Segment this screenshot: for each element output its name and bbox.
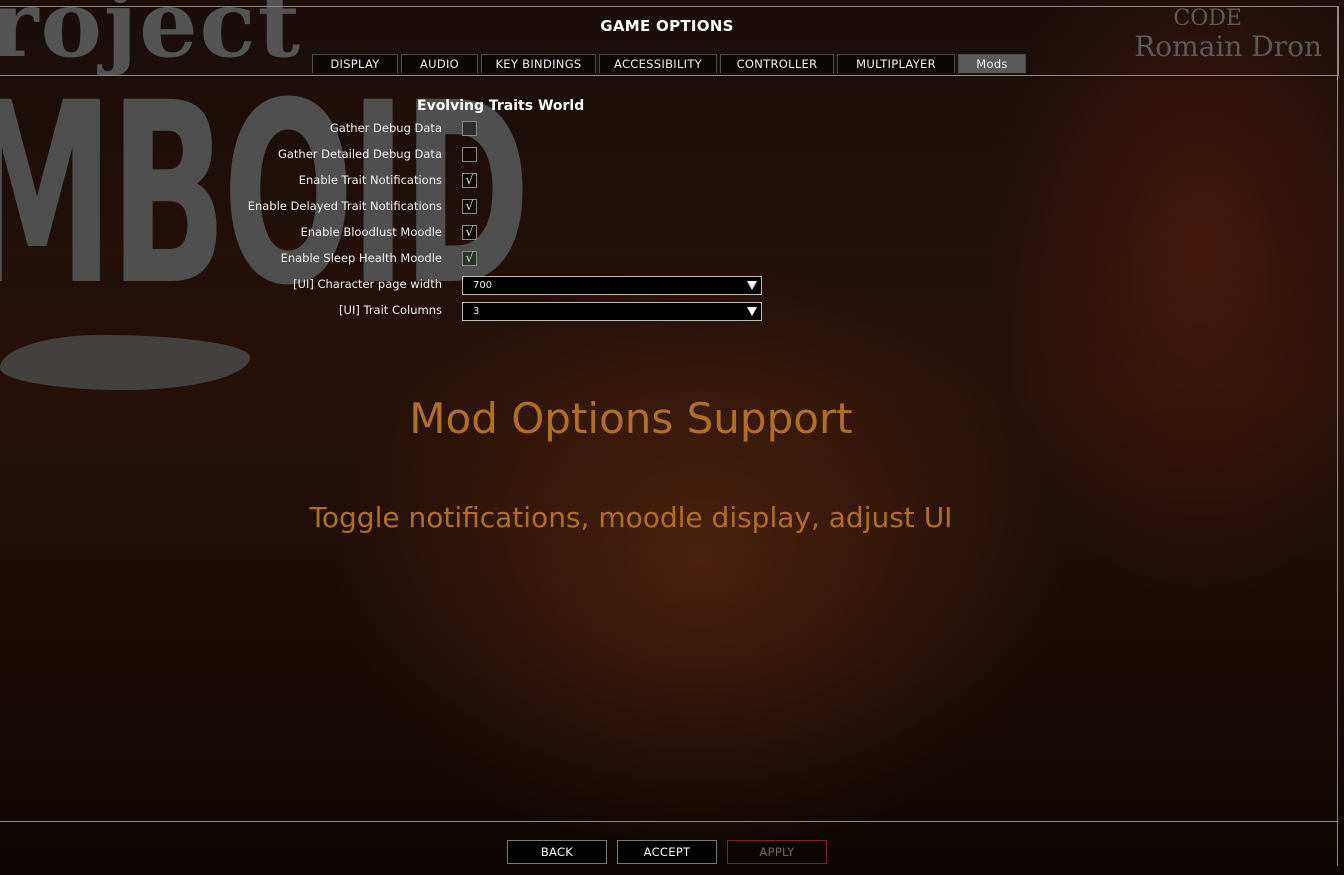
tab-accessibility[interactable]: ACCESSIBILITY xyxy=(599,54,717,73)
combo-value: 700 xyxy=(473,280,493,291)
apply-button[interactable]: APPLY xyxy=(727,840,827,864)
dropdown-arrow-icon xyxy=(747,307,757,316)
combo-value: 3 xyxy=(473,306,480,317)
overlay-headline: Mod Options Support xyxy=(409,394,853,443)
accept-button[interactable]: ACCEPT xyxy=(617,840,717,864)
tab-controller[interactable]: CONTROLLER xyxy=(720,54,834,73)
tab-multiplayer[interactable]: MULTIPLAYER xyxy=(837,54,955,73)
checkbox-enable-bloodlust-moodle[interactable]: √ xyxy=(462,225,477,240)
checkbox-enable-trait-notifications[interactable]: √ xyxy=(462,173,477,188)
combo-character-page-width[interactable]: 700 xyxy=(462,276,762,295)
option-label-trait-columns: [UI] Trait Columns xyxy=(339,303,442,317)
option-label-gather-debug-data: Gather Debug Data xyxy=(329,121,442,135)
option-label-enable-bloodlust-moodle: Enable Bloodlust Moodle xyxy=(300,225,443,239)
option-label-character-page-width: [UI] Character page width xyxy=(293,277,442,291)
window-title: GAME OPTIONS xyxy=(600,17,734,35)
combo-trait-columns[interactable]: 3 xyxy=(462,302,762,321)
overlay-subline: Toggle notifications, moodle display, ad… xyxy=(309,501,953,534)
tab-mods[interactable]: Mods xyxy=(958,54,1026,73)
dropdown-arrow-icon xyxy=(747,281,757,290)
tab-audio[interactable]: AUDIO xyxy=(401,54,478,73)
footer-divider xyxy=(0,821,1338,822)
back-button[interactable]: BACK xyxy=(507,840,607,864)
checkbox-enable-sleep-health-moodle[interactable]: √ xyxy=(462,251,477,266)
options-tab-bar: DISPLAY AUDIO KEY BINDINGS ACCESSIBILITY… xyxy=(312,54,1029,73)
option-label-enable-trait-notifications: Enable Trait Notifications xyxy=(298,173,442,187)
option-label-gather-detailed-debug-data: Gather Detailed Debug Data xyxy=(277,147,442,161)
right-border xyxy=(1337,6,1338,866)
mod-section-title: Evolving Traits World xyxy=(417,98,585,114)
option-label-enable-sleep-health-moodle: Enable Sleep Health Moodle xyxy=(280,251,442,265)
checkbox-enable-delayed-trait-notifications[interactable]: √ xyxy=(462,199,477,214)
tab-display[interactable]: DISPLAY xyxy=(312,54,398,73)
checkbox-gather-detailed-debug-data[interactable] xyxy=(462,147,477,162)
checkbox-gather-debug-data[interactable] xyxy=(462,121,477,136)
option-label-enable-delayed-trait-notifications: Enable Delayed Trait Notifications xyxy=(247,199,442,213)
tab-key-bindings[interactable]: KEY BINDINGS xyxy=(481,54,596,73)
